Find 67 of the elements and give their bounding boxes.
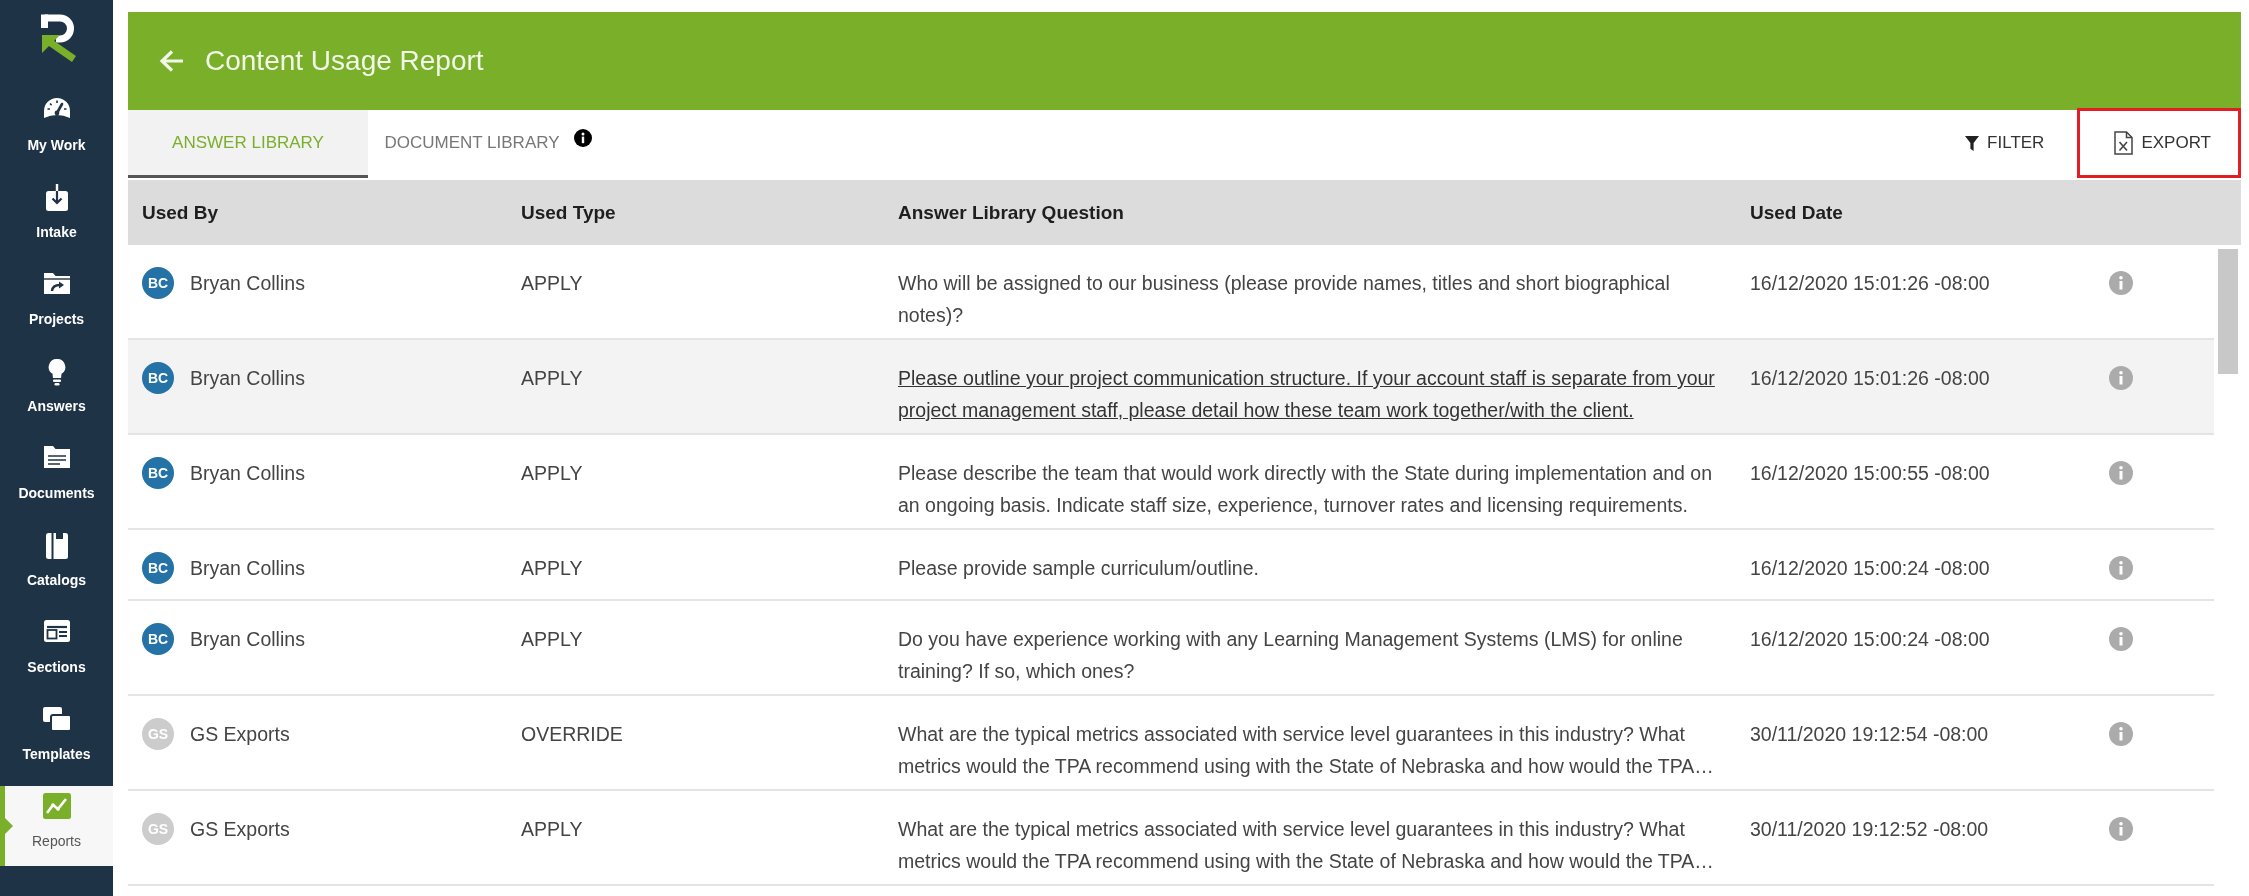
nav-item[interactable]: Templates bbox=[0, 699, 113, 779]
folder-share-icon bbox=[42, 271, 71, 295]
table-cell: 16/12/2020 15:00:24 -08:00 bbox=[1750, 628, 1990, 650]
back-arrow-icon[interactable] bbox=[159, 49, 184, 73]
user-name: Bryan Collins bbox=[190, 366, 305, 391]
question-link[interactable]: Please describe the team that would work directly with the State during implementation and on an ongoing basis. Indicate staff size, experience, turnover rates and licensing requirements. bbox=[898, 457, 1736, 521]
pointer-triangle-icon bbox=[5, 818, 13, 834]
table-cell: 16/12/2020 15:01:26 -08:00 bbox=[1750, 272, 1990, 294]
gauge-icon bbox=[42, 97, 71, 119]
table-cell: 16/12/2020 15:00:55 -08:00 bbox=[1750, 462, 1990, 484]
column-header: Used Type bbox=[521, 201, 616, 223]
stacked-windows-icon bbox=[41, 706, 72, 732]
table-cell: 30/11/2020 19:12:54 -08:00 bbox=[1750, 723, 1989, 745]
table-cell: APPLY bbox=[521, 272, 583, 294]
user-name: GS Exports bbox=[190, 817, 290, 842]
user-name: Bryan Collins bbox=[190, 556, 305, 581]
lightbulb-icon bbox=[47, 358, 66, 386]
layout-panels-icon bbox=[42, 619, 71, 643]
nav-item[interactable]: Documents bbox=[0, 438, 113, 518]
nav-item[interactable]: Intake bbox=[0, 177, 113, 257]
question-link[interactable]: Please provide sample curriculum/outline. bbox=[898, 552, 1736, 584]
logo-icon[interactable] bbox=[40, 14, 77, 62]
user-name: Bryan Collins bbox=[190, 627, 305, 652]
table-row[interactable] bbox=[128, 340, 2214, 435]
column-header: Used Date bbox=[1750, 201, 1843, 223]
nav-item[interactable]: My Work bbox=[0, 90, 113, 170]
scrollbar-thumb[interactable] bbox=[2218, 249, 2238, 374]
user-avatar: BC bbox=[142, 362, 174, 394]
document-folder-icon bbox=[42, 445, 71, 469]
user-name: Bryan Collins bbox=[190, 461, 305, 486]
spreadsheet-file-icon bbox=[2114, 131, 2134, 155]
table-cell: OVERRIDE bbox=[521, 723, 623, 745]
table-cell: 30/11/2020 19:12:52 -08:00 bbox=[1750, 818, 1989, 840]
question-link[interactable]: What are the typical metrics associated with service level guarantees in this industry? What metrics would the TPA recommend using with the State of Nebraska and how would the TPA… bbox=[898, 813, 1736, 877]
user-avatar: BC bbox=[142, 623, 174, 655]
nav-item[interactable]: Projects bbox=[0, 264, 113, 344]
table-row[interactable]: BC Bryan Collins APPLY Do you have experience working with any Learning Management Systems (LMS) for online training? If so, which ones? 16/12/2020 15:00:24 -08:00 bbox=[128, 601, 2214, 696]
question-link[interactable]: Do you have experience working with any Learning Management Systems (LMS) for online training? If so, which ones? bbox=[898, 623, 1736, 687]
table-cell: APPLY bbox=[521, 818, 583, 840]
nav-item[interactable]: Answers bbox=[0, 351, 113, 431]
page-title: Content Usage Report bbox=[205, 45, 484, 77]
export-button[interactable]: EXPORT bbox=[2077, 108, 2241, 178]
nav-item[interactable]: Sections bbox=[0, 612, 113, 692]
line-chart-icon bbox=[42, 793, 71, 819]
question-link[interactable]: Please outline your project communication structure. If your account staff is separate from your project management staff, please detail how these team work together/with the client. bbox=[898, 362, 1736, 426]
table-cell: APPLY bbox=[521, 367, 583, 389]
book-icon bbox=[44, 532, 69, 560]
info-icon[interactable] bbox=[573, 128, 592, 147]
funnel-icon bbox=[1965, 135, 1980, 151]
user-avatar: BC bbox=[142, 552, 174, 584]
nav-item[interactable]: Reports bbox=[0, 786, 113, 866]
download-tray-icon bbox=[44, 184, 69, 212]
table-cell: APPLY bbox=[521, 557, 583, 579]
column-header: Answer Library Question bbox=[898, 201, 1124, 223]
column-header: Used By bbox=[142, 201, 219, 223]
question-link[interactable]: What are the typical metrics associated with service level guarantees in this industry? What metrics would the TPA recommend using with the State of Nebraska and how would the TPA… bbox=[898, 718, 1736, 782]
user-name: GS Exports bbox=[190, 722, 290, 747]
user-name: Bryan Collins bbox=[190, 271, 305, 296]
table-cell: 16/12/2020 15:01:26 -08:00 bbox=[1750, 367, 1990, 389]
table-cell: APPLY bbox=[521, 628, 583, 650]
table-cell: APPLY bbox=[521, 462, 583, 484]
user-avatar: BC bbox=[142, 457, 174, 489]
question-link[interactable]: Who will be assigned to our business (please provide names, titles and short biographical notes)? bbox=[898, 267, 1736, 331]
table-cell: 16/12/2020 15:00:24 -08:00 bbox=[1750, 557, 1990, 579]
nav-item[interactable]: Catalogs bbox=[0, 525, 113, 605]
user-avatar: BC bbox=[142, 267, 174, 299]
table-row[interactable]: BC Bryan Collins APPLY Please provide sample curriculum/outline. 16/12/2020 15:00:24 -08:00 bbox=[128, 530, 2214, 601]
